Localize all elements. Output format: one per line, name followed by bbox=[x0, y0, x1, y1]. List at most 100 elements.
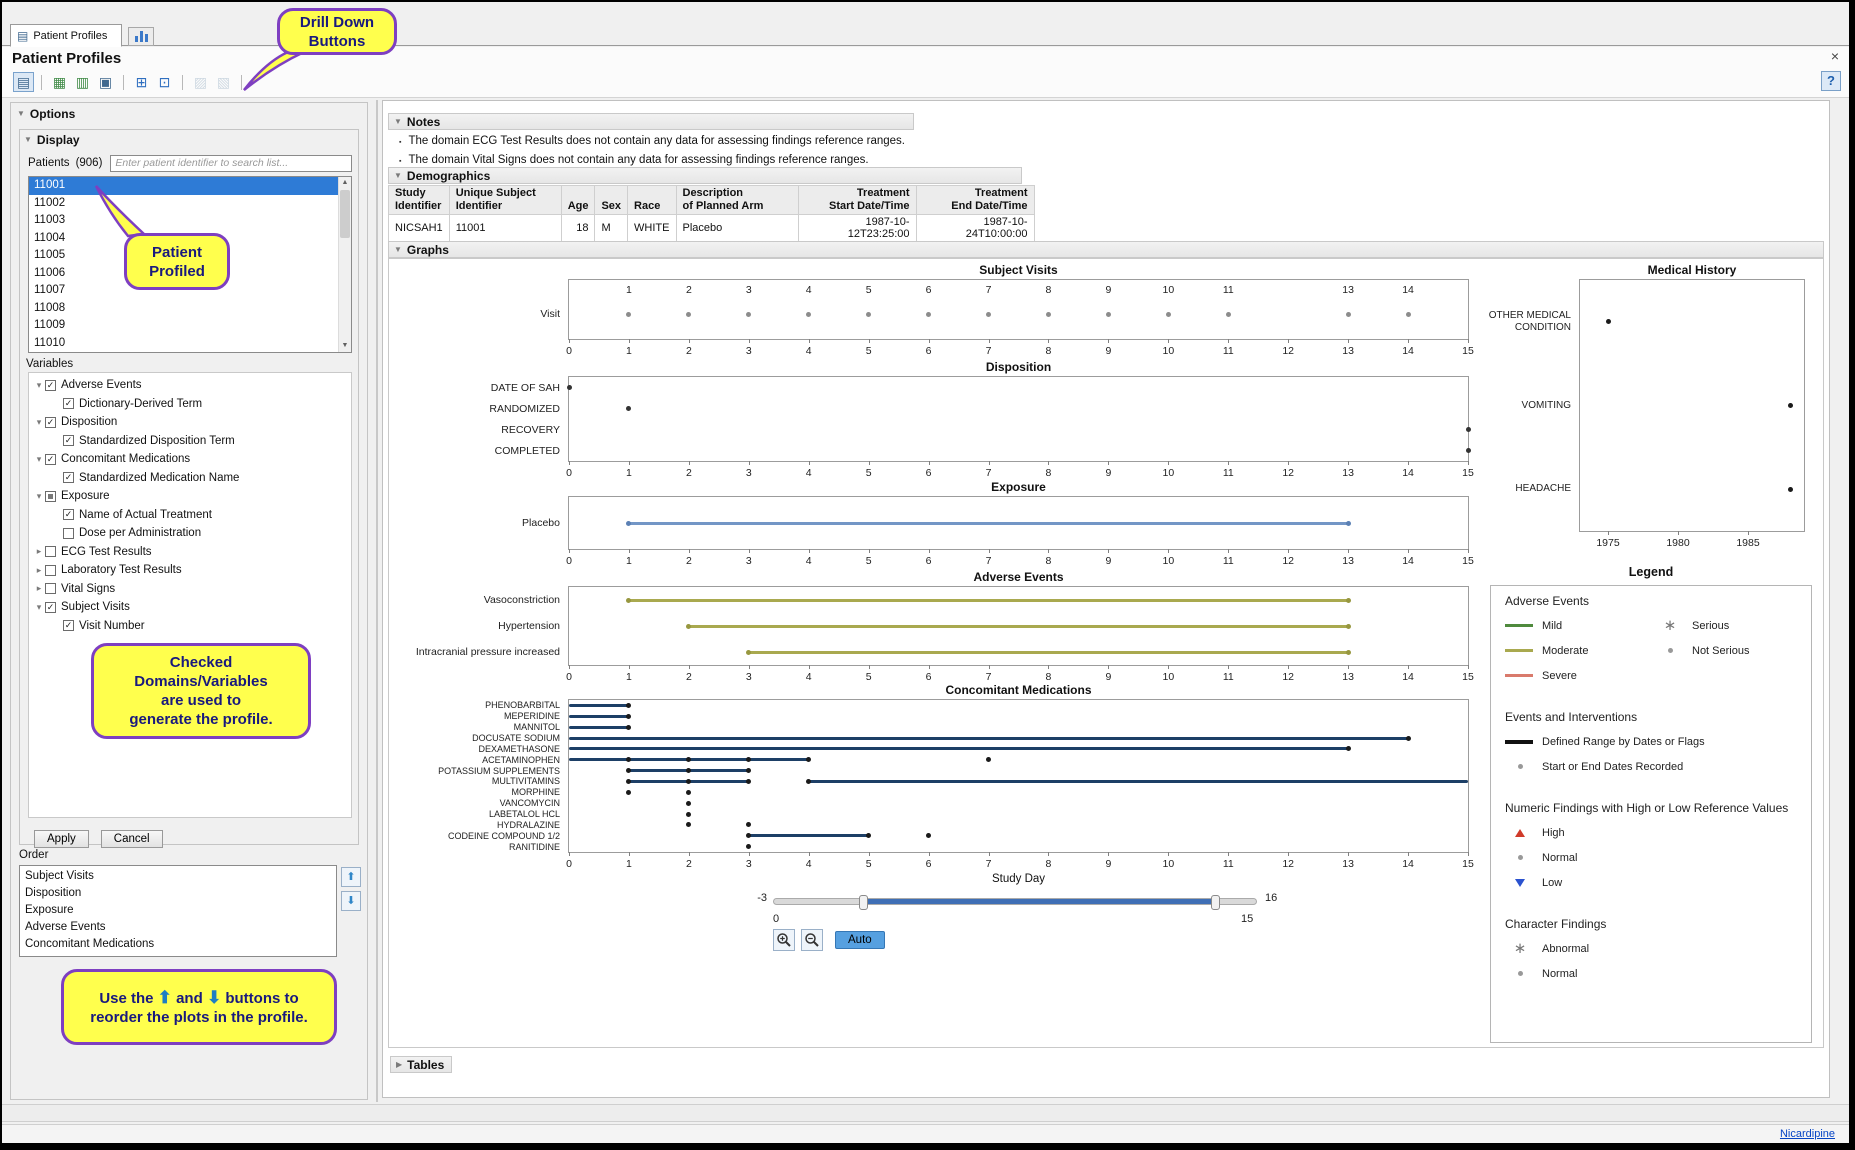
demographics-section-header[interactable]: ▼ Demographics bbox=[388, 167, 1022, 184]
axis-tick-label: 7 bbox=[976, 345, 1002, 357]
study-day-range-slider[interactable] bbox=[773, 898, 1257, 905]
journal-icon[interactable]: ▥ bbox=[72, 72, 93, 92]
variable-tree-item[interactable]: ▾✓Disposition bbox=[29, 413, 351, 432]
patient-profile-icon[interactable]: ▤ bbox=[13, 72, 34, 92]
patient-search-input[interactable] bbox=[110, 155, 352, 172]
options-section-header[interactable]: ▼ Options bbox=[17, 107, 75, 121]
checkbox[interactable]: ✓ bbox=[63, 472, 74, 483]
variable-tree-item[interactable]: ✓Dictionary-Derived Term bbox=[29, 395, 351, 414]
disclosure-icon[interactable]: ▾ bbox=[33, 417, 45, 428]
axis-tick bbox=[1288, 852, 1289, 856]
tables-section-header[interactable]: ▶ Tables bbox=[390, 1056, 452, 1073]
exposure-plot[interactable]: ExposurePlacebo0123456789101112131415 bbox=[568, 496, 1469, 550]
tab-report-chart[interactable] bbox=[128, 27, 154, 46]
variable-tree-item[interactable]: ▸Laboratory Test Results bbox=[29, 561, 351, 580]
interval-bar bbox=[629, 599, 1348, 602]
zoom-in-button[interactable] bbox=[773, 929, 795, 951]
patient-list-item[interactable]: 11002 bbox=[29, 195, 351, 213]
disclosure-icon[interactable]: ▸ bbox=[33, 583, 45, 594]
status-link-nicardipine[interactable]: Nicardipine bbox=[1780, 1128, 1835, 1140]
bottom-scroll-strip[interactable] bbox=[2, 1104, 1849, 1122]
variable-tree-item[interactable]: ✓Name of Actual Treatment bbox=[29, 506, 351, 525]
variable-tree-item[interactable]: ✓Standardized Disposition Term bbox=[29, 432, 351, 451]
interval-bar bbox=[689, 625, 1348, 628]
patient-list-item[interactable]: 11010 bbox=[29, 335, 351, 353]
checkbox[interactable]: ✓ bbox=[63, 509, 74, 520]
patient-list-item[interactable]: 11003 bbox=[29, 212, 351, 230]
checkbox[interactable]: ✓ bbox=[45, 602, 56, 613]
subject-visits-plot[interactable]: Subject VisitsVisit123456789101113140123… bbox=[568, 279, 1469, 340]
slider-handle-left[interactable] bbox=[859, 895, 868, 910]
panel-splitter[interactable] bbox=[376, 100, 378, 1102]
data-point bbox=[986, 757, 991, 762]
checkbox[interactable]: ✓ bbox=[45, 454, 56, 465]
disclosure-icon[interactable]: ▾ bbox=[33, 454, 45, 465]
variable-tree-item[interactable]: ▾✓Adverse Events bbox=[29, 376, 351, 395]
variable-tree-item[interactable]: ▾✓Subject Visits bbox=[29, 598, 351, 617]
profile-chart-icon[interactable]: ▨ bbox=[190, 72, 211, 92]
slider-handle-right[interactable] bbox=[1211, 895, 1220, 910]
profile-table-icon[interactable]: ▧ bbox=[213, 72, 234, 92]
checkbox[interactable]: ✓ bbox=[63, 620, 74, 631]
disclosure-icon[interactable]: ▾ bbox=[33, 602, 45, 613]
axis-tick-label: 0 bbox=[556, 555, 582, 567]
medical-history-plot[interactable]: Medical HistoryOTHER MEDICAL CONDITIONVO… bbox=[1579, 279, 1805, 532]
auto-scale-button[interactable]: Auto bbox=[835, 931, 885, 949]
drill-down-data-icon[interactable]: ⊞ bbox=[131, 72, 152, 92]
axis-tick-label: 5 bbox=[856, 467, 882, 479]
scrollbar-thumb[interactable] bbox=[340, 190, 350, 238]
order-list-item[interactable]: Adverse Events bbox=[20, 919, 336, 936]
new-data-table-icon[interactable]: ▦ bbox=[49, 72, 70, 92]
apply-button[interactable]: Apply bbox=[34, 830, 89, 848]
close-icon[interactable]: × bbox=[1831, 48, 1839, 64]
move-up-button[interactable]: ⬆ bbox=[341, 867, 361, 887]
checkbox[interactable] bbox=[45, 583, 56, 594]
order-list-item[interactable]: Disposition bbox=[20, 885, 336, 902]
patient-list-item[interactable]: 11008 bbox=[29, 300, 351, 318]
checkbox[interactable]: ✓ bbox=[63, 435, 74, 446]
variable-tree-item[interactable]: ▸Vital Signs bbox=[29, 580, 351, 599]
disclosure-icon[interactable]: ▾ bbox=[33, 491, 45, 502]
checkbox[interactable] bbox=[45, 546, 56, 557]
checkbox[interactable]: ✓ bbox=[45, 417, 56, 428]
move-down-button[interactable]: ⬇ bbox=[341, 891, 361, 911]
scroll-up-icon[interactable]: ▲ bbox=[339, 177, 351, 189]
order-list-item[interactable]: Exposure bbox=[20, 902, 336, 919]
display-section-header[interactable]: ▼ Display bbox=[24, 133, 80, 147]
zoom-out-button[interactable] bbox=[801, 929, 823, 951]
variable-tree-item[interactable]: ✓Standardized Medication Name bbox=[29, 469, 351, 488]
concomitant-medications-plot[interactable]: Concomitant MedicationsPHENOBARBITALMEPE… bbox=[568, 699, 1469, 853]
variable-tree-item[interactable]: ▾✓Concomitant Medications bbox=[29, 450, 351, 469]
save-report-icon[interactable]: ▣ bbox=[95, 72, 116, 92]
patient-list-item[interactable]: 11001 bbox=[29, 177, 351, 195]
disclosure-icon[interactable]: ▾ bbox=[33, 380, 45, 391]
help-button[interactable]: ? bbox=[1821, 71, 1841, 91]
variable-tree-item[interactable]: ▾Exposure bbox=[29, 487, 351, 506]
checkbox[interactable] bbox=[63, 528, 74, 539]
patient-list-scrollbar[interactable]: ▲ ▼ bbox=[338, 177, 351, 352]
cancel-button[interactable]: Cancel bbox=[101, 830, 163, 848]
variable-tree-item[interactable]: ▸ECG Test Results bbox=[29, 543, 351, 562]
variable-tree-item[interactable]: ✓Visit Number bbox=[29, 617, 351, 636]
checkbox[interactable]: ✓ bbox=[45, 380, 56, 391]
variables-tree[interactable]: ▾✓Adverse Events✓Dictionary-Derived Term… bbox=[28, 372, 352, 818]
disposition-plot[interactable]: DispositionDATE OF SAHRANDOMIZEDRECOVERY… bbox=[568, 376, 1469, 462]
variable-tree-item[interactable]: Dose per Administration bbox=[29, 524, 351, 543]
order-list[interactable]: Subject VisitsDispositionExposureAdverse… bbox=[19, 865, 337, 957]
order-list-item[interactable]: Subject Visits bbox=[20, 868, 336, 885]
patient-list-item[interactable]: 11009 bbox=[29, 317, 351, 335]
checkbox[interactable]: ✓ bbox=[63, 398, 74, 409]
disclosure-icon[interactable]: ▸ bbox=[33, 565, 45, 576]
scroll-down-icon[interactable]: ▼ bbox=[339, 340, 351, 352]
disclosure-icon[interactable]: ▸ bbox=[33, 546, 45, 557]
graphs-section-header[interactable]: ▼ Graphs bbox=[388, 241, 1824, 258]
axis-tick-label: 0 bbox=[556, 671, 582, 683]
checkbox[interactable] bbox=[45, 491, 56, 502]
checkbox[interactable] bbox=[45, 565, 56, 576]
order-list-item[interactable]: Concomitant Medications bbox=[20, 936, 336, 953]
point-label: 7 bbox=[978, 284, 1000, 296]
notes-section-header[interactable]: ▼ Notes bbox=[388, 113, 914, 130]
drill-down-report-icon[interactable]: ⊡ bbox=[154, 72, 175, 92]
adverse-events-plot[interactable]: Adverse EventsVasoconstrictionHypertensi… bbox=[568, 586, 1469, 666]
tab-patient-profiles[interactable]: ▤ Patient Profiles bbox=[10, 24, 122, 47]
